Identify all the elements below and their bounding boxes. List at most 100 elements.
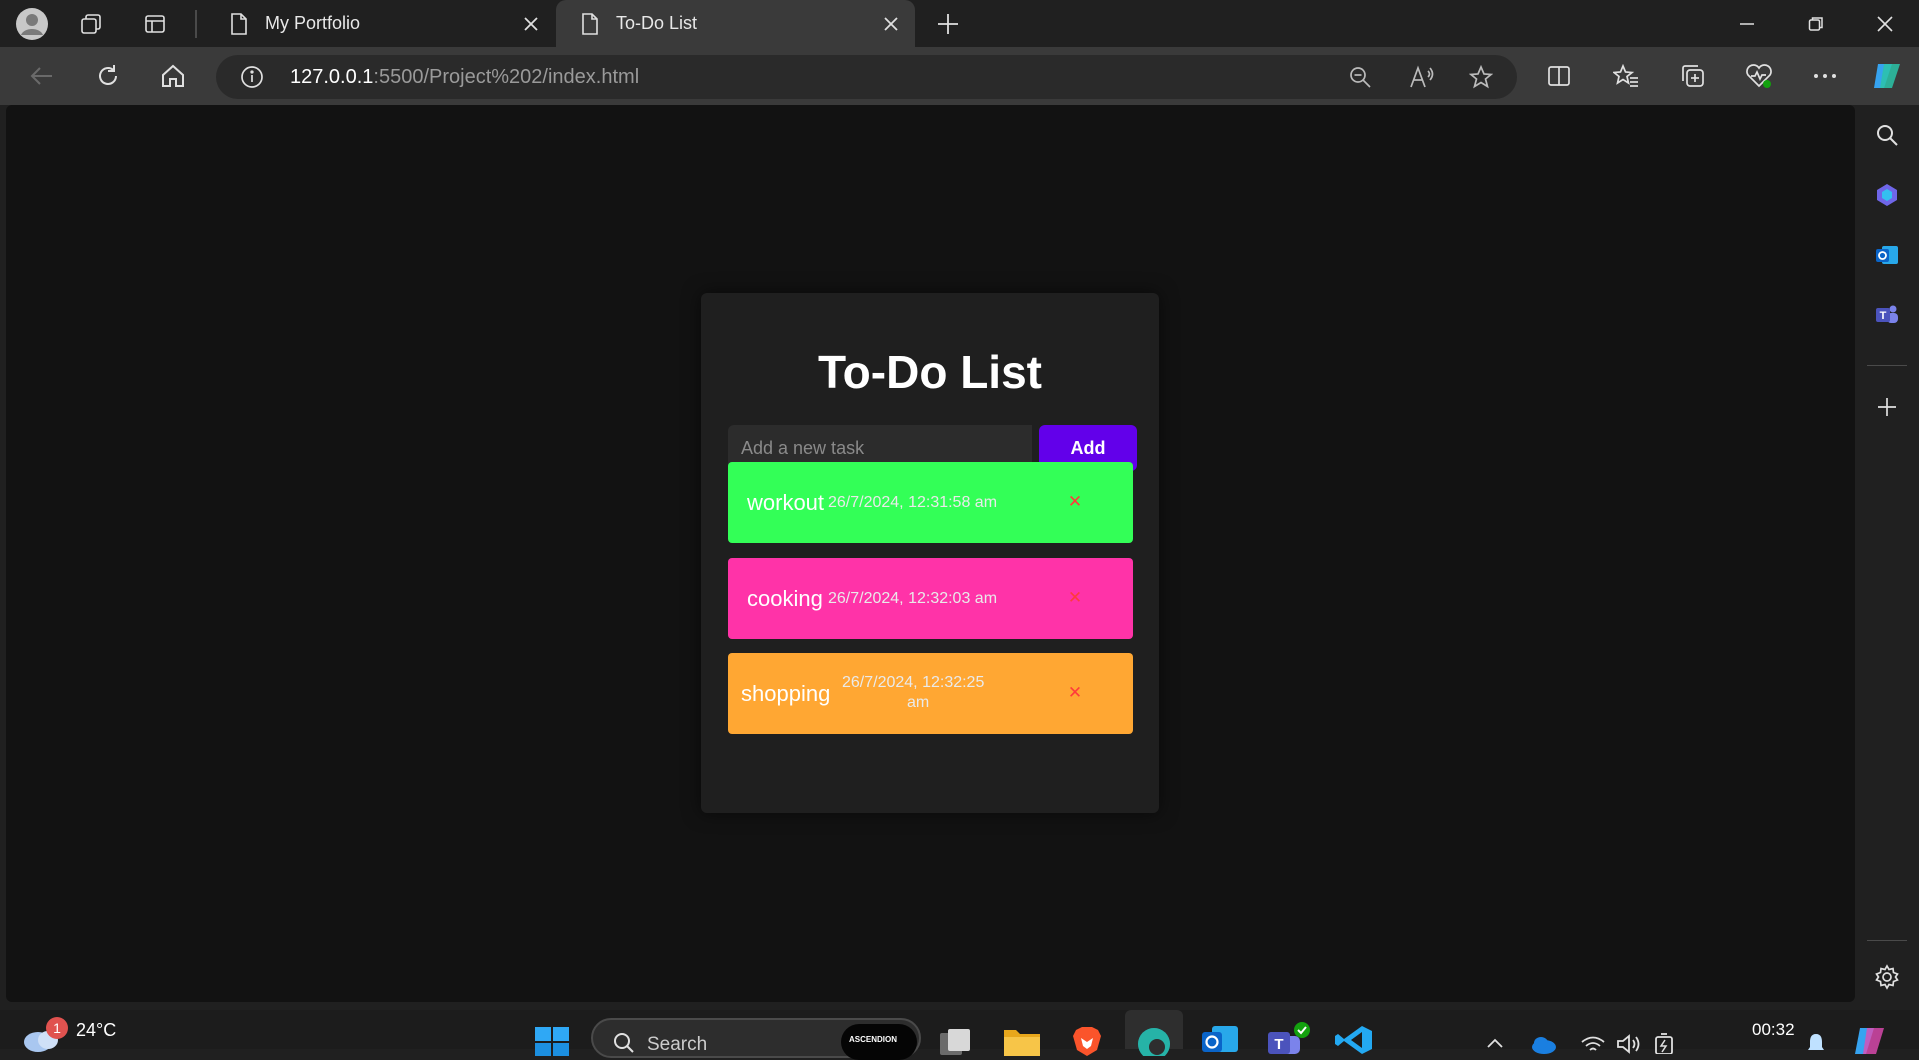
browser-toolbar: 127.0.0.1:5500/Project%202/index.html: [0, 47, 1919, 105]
refresh-icon[interactable]: [79, 47, 137, 105]
volume-icon: [1617, 1034, 1640, 1054]
outlook-taskbar-icon: [1202, 1026, 1238, 1052]
url-text[interactable]: 127.0.0.1:5500/Project%202/index.html: [290, 66, 639, 89]
vscode-icon: [1335, 1026, 1372, 1054]
search-label: Search: [647, 1034, 708, 1055]
workspaces-icon[interactable]: [74, 7, 108, 41]
task-name: cooking: [747, 586, 823, 611]
zoom-out-icon[interactable]: [1348, 65, 1372, 89]
tab-to-do-list[interactable]: To-Do List: [556, 0, 915, 47]
teams-taskbar-app[interactable]: T: [1266, 1010, 1312, 1054]
search-icon: [614, 1033, 634, 1053]
sidebar-divider: [1867, 365, 1907, 366]
taskbar-search[interactable]: Search ASCENDION: [591, 1018, 921, 1060]
search-icon[interactable]: [1855, 109, 1919, 161]
page-title: To-Do List: [818, 346, 1042, 398]
wifi-icon: [1581, 1036, 1605, 1051]
teams-taskbar-icon: T: [1268, 1022, 1310, 1054]
split-screen-icon[interactable]: [1530, 47, 1588, 105]
task-view-app[interactable]: [938, 1010, 978, 1055]
favorite-star-icon[interactable]: [1469, 65, 1493, 89]
vscode-app[interactable]: [1334, 1010, 1374, 1054]
sidebar-settings-icon[interactable]: [1855, 951, 1919, 1003]
wifi-tray[interactable]: [1580, 1010, 1608, 1051]
onedrive-cloud-icon: [1532, 1037, 1556, 1054]
task-name: workout: [747, 490, 825, 515]
task-timestamp: 26/7/2024, 12:32:25: [842, 674, 985, 691]
close-window-icon[interactable]: [1855, 0, 1915, 47]
favorites-icon[interactable]: [1597, 47, 1655, 105]
start-button[interactable]: [534, 1010, 574, 1056]
task-view-icon: [940, 1029, 970, 1055]
copilot-app-icon[interactable]: [1855, 169, 1919, 221]
collections-icon[interactable]: [1664, 47, 1722, 105]
battery-tray[interactable]: [1652, 1010, 1680, 1054]
delete-task-icon[interactable]: ✕: [1063, 490, 1087, 514]
home-icon[interactable]: [144, 47, 202, 105]
tab-actions-icon[interactable]: [138, 7, 172, 41]
task-item[interactable]: shopping 26/7/2024, 12:32:25 am ✕: [728, 653, 1133, 734]
tab-separator: [195, 10, 197, 38]
edge-browser-app[interactable]: [1125, 1010, 1183, 1056]
browser-essentials-icon[interactable]: [1730, 47, 1788, 105]
edge-sidebar: T: [1855, 105, 1919, 1010]
task-timestamp-suffix: am: [907, 694, 930, 711]
notifications-tray[interactable]: [1806, 1010, 1830, 1050]
restore-icon[interactable]: [1786, 0, 1846, 47]
back-icon[interactable]: [13, 47, 71, 105]
site-info-icon[interactable]: [240, 65, 264, 89]
outlook-taskbar-app[interactable]: [1200, 1010, 1240, 1052]
task-timestamp: 26/7/2024, 12:32:03 am: [828, 590, 998, 607]
windows-taskbar: 1 24°C Search ASCENDION T 00:32: [0, 1010, 1919, 1060]
task-item[interactable]: workout 26/7/2024, 12:31:58 am ✕: [728, 462, 1133, 543]
profile-avatar[interactable]: [14, 6, 50, 42]
tab-strip: My Portfolio To-Do List: [0, 0, 1919, 47]
task-name: shopping: [741, 681, 831, 706]
chevron-up-icon: [1487, 1038, 1503, 1048]
close-tab-icon[interactable]: [511, 4, 551, 44]
file-explorer-app[interactable]: [1002, 1010, 1042, 1056]
minimize-icon[interactable]: [1717, 0, 1777, 47]
copilot-taskbar-icon: [1855, 1028, 1884, 1054]
sidebar-divider: [1867, 940, 1907, 941]
address-bar[interactable]: 127.0.0.1:5500/Project%202/index.html: [216, 55, 1517, 99]
todo-card: To-Do List Add workout 26/7/2024, 12:31:…: [701, 293, 1159, 813]
weather-temperature: 24°C: [76, 1020, 117, 1040]
outlook-icon[interactable]: [1855, 229, 1919, 281]
url-path: :5500/Project%202/index.html: [373, 66, 640, 88]
bell-icon: [1808, 1034, 1824, 1050]
page-icon: [231, 12, 247, 35]
svg-text:T: T: [1274, 1036, 1283, 1053]
more-options-icon[interactable]: [1796, 47, 1854, 105]
url-host: 127.0.0.1: [290, 66, 374, 88]
weather-badge: 1: [46, 1017, 68, 1039]
edge-icon: [1138, 1028, 1170, 1056]
close-tab-icon[interactable]: [871, 4, 911, 44]
copilot-icon[interactable]: [1858, 47, 1916, 105]
tab-title: To-Do List: [616, 13, 698, 33]
new-tab-icon[interactable]: [930, 6, 966, 42]
show-hidden-icons[interactable]: [1486, 1010, 1510, 1049]
onedrive-tray[interactable]: [1530, 1010, 1560, 1054]
copilot-taskbar-app[interactable]: [1852, 1010, 1892, 1054]
task-item[interactable]: cooking 26/7/2024, 12:32:03 am ✕: [728, 558, 1133, 639]
volume-tray[interactable]: [1616, 1010, 1644, 1054]
search-highlight-badge: ASCENDION: [841, 1024, 917, 1060]
brave-browser-app[interactable]: [1070, 1010, 1110, 1056]
delete-task-icon[interactable]: ✕: [1063, 586, 1087, 610]
task-timestamp: 26/7/2024, 12:31:58 am: [828, 494, 998, 511]
page-icon: [582, 12, 598, 35]
search-badge-text: ASCENDION: [849, 1035, 898, 1044]
teams-icon[interactable]: T: [1855, 289, 1919, 341]
add-sidebar-app-icon[interactable]: [1855, 381, 1919, 433]
svg-text:T: T: [1880, 310, 1887, 322]
taskbar-clock[interactable]: 00:32: [1752, 1020, 1795, 1040]
battery-icon: [1655, 1033, 1673, 1054]
tab-my-portfolio[interactable]: My Portfolio: [205, 0, 555, 47]
folder-icon: [1004, 1030, 1040, 1056]
tab-title: My Portfolio: [265, 13, 361, 33]
brave-lion-icon: [1073, 1027, 1101, 1056]
read-aloud-icon[interactable]: [1409, 65, 1435, 89]
windows-logo-icon: [535, 1027, 569, 1056]
delete-task-icon[interactable]: ✕: [1063, 681, 1087, 705]
